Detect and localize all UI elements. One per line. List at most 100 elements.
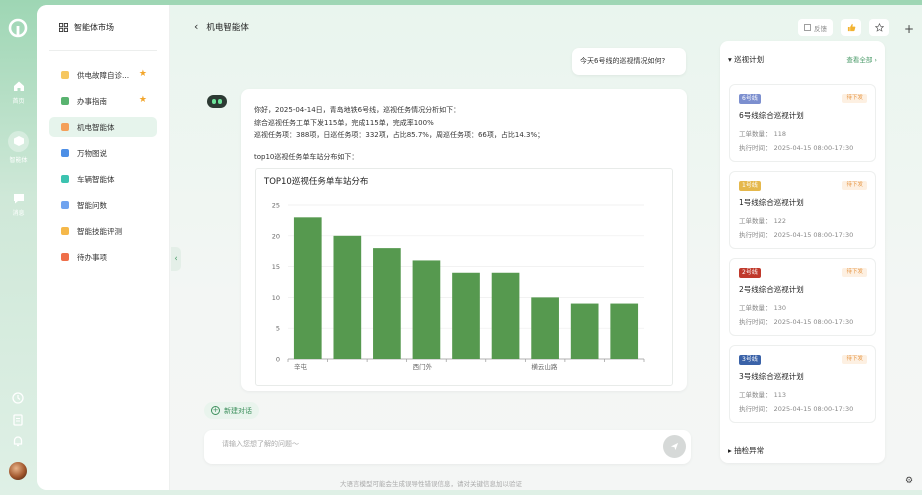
sidebar-item[interactable]: 智能问数 <box>49 195 157 215</box>
y-tick-label: 25 <box>272 202 280 210</box>
plan-name: 3号线综合巡视计划 <box>739 372 804 381</box>
view-all-link[interactable]: 查看全部 › <box>846 54 877 65</box>
like-button[interactable] <box>841 19 861 36</box>
feedback-label: 反馈 <box>814 24 827 33</box>
count-label: 工单数量： <box>739 391 772 399</box>
window-edge-tools: + ⚙ <box>900 0 922 495</box>
sidebar-item-label: 机电智能体 <box>77 122 115 132</box>
agent-list: 供电故障自诊... ★ 办事指南 ★ 机电智能体万物图说车辆智能体智能问数智能技能评测待… <box>49 65 157 273</box>
rail-home[interactable]: 首页 <box>0 80 37 105</box>
main-window: 智能体市场 供电故障自诊... ★ 办事指南 ★ 机电智能体万物图说车辆智能体智能问数智… <box>37 5 922 490</box>
bar <box>452 272 480 359</box>
panel-header: ▾ 巡视计划 查看全部 › <box>728 54 877 65</box>
bar <box>531 297 559 359</box>
agent-icon <box>61 97 69 105</box>
bar <box>491 272 520 359</box>
plan-card[interactable]: 6号线 待下发 6号线综合巡视计划 工单数量： 118 执行时间： 2025-04-15… <box>729 84 876 162</box>
bar <box>412 260 441 359</box>
sidebar-item[interactable]: 车辆智能体 <box>49 169 157 189</box>
back-arrow-icon[interactable]: ‹ <box>194 20 198 33</box>
rail-agents[interactable]: 智能体 <box>0 135 37 164</box>
bell-icon[interactable] <box>11 434 25 448</box>
agent-icon <box>61 149 69 157</box>
bot-avatar-icon <box>207 95 227 108</box>
x-tick-label: 横云山路 <box>531 362 558 371</box>
sidebar-item[interactable]: 待办事项 <box>49 247 157 267</box>
sidebar-item[interactable]: 供电故障自诊... ★ <box>49 65 157 85</box>
count-value: 130 <box>773 304 786 312</box>
feedback-button[interactable]: 反馈 <box>798 19 833 36</box>
message-input[interactable] <box>222 440 642 448</box>
rail-agents-label: 智能体 <box>9 157 28 164</box>
status-badge: 待下发 <box>842 181 867 190</box>
sidebar-item[interactable]: 办事指南 ★ <box>49 91 157 111</box>
pinned-star-icon[interactable]: ★ <box>139 69 147 79</box>
sidebar-title: 智能体市场 <box>74 23 114 32</box>
agent-icon <box>61 71 69 79</box>
count-label: 工单数量： <box>739 217 772 225</box>
y-tick-label: 5 <box>276 325 280 333</box>
send-button[interactable] <box>663 435 686 458</box>
plan-time: 执行时间： 2025-04-15 08:00-17:30 <box>739 316 853 326</box>
y-tick-label: 10 <box>272 294 280 302</box>
sidebar-item[interactable]: 万物图说 <box>49 143 157 163</box>
bar <box>333 235 362 359</box>
spot-check-section[interactable]: ▸ 抽检异常 <box>728 445 764 456</box>
agent-icon <box>61 201 69 209</box>
plan-card[interactable]: 2号线 待下发 2号线综合巡视计划 工单数量： 130 执行时间： 2025-04-15… <box>729 258 876 336</box>
rail-home-label: 首页 <box>12 98 25 105</box>
document-icon[interactable] <box>11 413 25 427</box>
bar <box>293 217 322 359</box>
plan-count: 工单数量： 122 <box>739 215 786 225</box>
plan-count: 工单数量： 130 <box>739 302 786 312</box>
rail-messages-label: 消息 <box>12 210 25 217</box>
line-tag: 2号线 <box>739 268 761 278</box>
sidebar-item-label: 供电故障自诊... <box>77 70 130 80</box>
new-chat-button[interactable]: + 新建对话 <box>204 402 259 419</box>
plan-time: 执行时间： 2025-04-15 08:00-17:30 <box>739 142 853 152</box>
y-tick-label: 0 <box>276 356 280 364</box>
bot-message-text: 你好，2025-04-14日，青岛地铁6号线，巡视任务情况分析如下： 综合巡视任… <box>254 104 674 142</box>
collapse-sidebar-button[interactable]: ‹ <box>171 247 181 271</box>
favorite-button[interactable] <box>869 19 889 36</box>
x-tick-label: 西门外 <box>413 362 433 371</box>
sidebar-item[interactable]: 机电智能体 <box>49 117 157 137</box>
chart-title: TOP10巡视任务单车站分布 <box>264 177 369 187</box>
bar <box>570 303 599 359</box>
add-icon[interactable]: + <box>904 22 914 36</box>
chart-container: 0 5 10 15 20 25 辛屯 西门外 横云山路 TOP10巡视任务单车站分布 <box>255 168 673 386</box>
sidebar-item[interactable]: 智能技能评测 <box>49 221 157 241</box>
chat-bubble-icon <box>13 194 24 204</box>
panel-title[interactable]: ▾ 巡视计划 <box>728 54 764 65</box>
sidebar-item-label: 办事指南 <box>77 96 107 106</box>
sidebar-item-label: 智能技能评测 <box>77 226 122 236</box>
user-avatar[interactable] <box>9 462 27 480</box>
bar <box>610 303 639 359</box>
time-value: 2025-04-15 08:00-17:30 <box>773 231 854 239</box>
plus-circle-icon: + <box>211 406 220 415</box>
plan-count: 工单数量： 118 <box>739 128 786 138</box>
time-label: 执行时间： <box>739 231 772 239</box>
agent-icon <box>61 227 69 235</box>
plan-count: 工单数量： 113 <box>739 389 786 399</box>
time-value: 2025-04-15 08:00-17:30 <box>773 144 854 152</box>
plan-card[interactable]: 1号线 待下发 1号线综合巡视计划 工单数量： 122 执行时间： 2025-04-15… <box>729 171 876 249</box>
sidebar-item-label: 智能问数 <box>77 200 107 210</box>
status-badge: 待下发 <box>842 268 867 277</box>
pinned-star-icon[interactable]: ★ <box>139 95 147 105</box>
edit-icon <box>804 24 811 31</box>
grid-icon <box>59 23 68 32</box>
time-label: 执行时间： <box>739 318 772 326</box>
page-title: 机电智能体 <box>206 22 249 33</box>
plan-card[interactable]: 3号线 待下发 3号线综合巡视计划 工单数量： 113 执行时间： 2025-04-15… <box>729 345 876 423</box>
cube-icon <box>13 136 24 146</box>
count-value: 113 <box>773 391 786 399</box>
rail-messages[interactable]: 消息 <box>0 193 37 217</box>
patrol-plan-panel: ▾ 巡视计划 查看全部 › 6号线 待下发 6号线综合巡视计划 工单数量： 118 执行… <box>720 41 885 463</box>
history-icon[interactable] <box>11 391 25 405</box>
gear-icon[interactable]: ⚙ <box>905 476 913 486</box>
bar-chart: 0 5 10 15 20 25 辛屯 西门外 横云山路 <box>272 202 645 371</box>
x-tick-label: 辛屯 <box>294 362 308 371</box>
agent-icon <box>61 123 69 131</box>
sidebar-item-label: 万物图说 <box>77 148 107 158</box>
